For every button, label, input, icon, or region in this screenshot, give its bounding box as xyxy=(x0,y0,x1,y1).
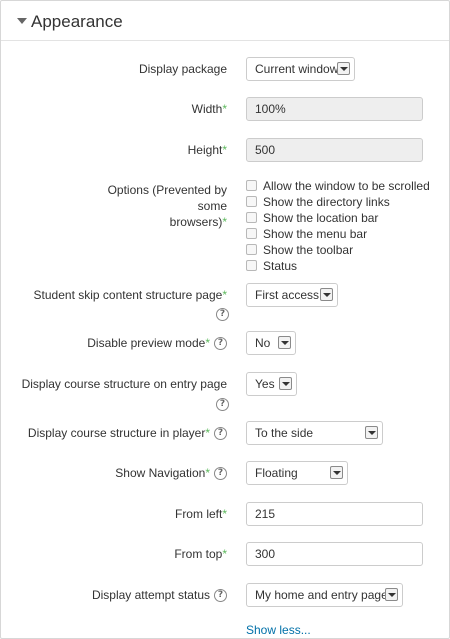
checkbox[interactable] xyxy=(246,180,257,191)
required-asterisk: * xyxy=(222,102,227,116)
required-asterisk: * xyxy=(222,288,227,302)
section-title: Appearance xyxy=(31,12,123,31)
required-asterisk: * xyxy=(205,336,210,350)
required-asterisk: * xyxy=(222,215,227,229)
course-structure-entry-label: Display course structure on entry page xyxy=(21,377,227,391)
show-less-link[interactable]: Show less... xyxy=(246,623,311,637)
course-structure-player-label: Display course structure in player*? xyxy=(28,425,227,441)
section-header[interactable]: Appearance xyxy=(1,1,449,41)
disable-preview-select[interactable]: No xyxy=(246,331,296,355)
skip-content-label: Student skip content structure page* xyxy=(33,288,227,302)
attempt-status-select[interactable]: My home and entry page xyxy=(246,583,403,607)
help-icon[interactable]: ? xyxy=(214,337,227,351)
attempt-status-label: Display attempt status? xyxy=(92,587,227,603)
show-navigation-select[interactable]: Floating xyxy=(246,461,348,485)
chevron-down-icon xyxy=(330,466,343,479)
required-asterisk: * xyxy=(222,143,227,157)
checkbox[interactable] xyxy=(246,196,257,207)
from-top-input[interactable]: 300 xyxy=(246,542,423,566)
from-left-label: From left* xyxy=(174,507,227,521)
option-menubar-checkbox[interactable]: Show the menu bar xyxy=(246,226,367,242)
display-package-label: Display package xyxy=(138,62,227,76)
required-asterisk: * xyxy=(222,547,227,561)
from-top-label: From top* xyxy=(174,547,227,561)
from-left-input[interactable]: 215 xyxy=(246,502,423,526)
checkbox[interactable] xyxy=(246,212,257,223)
width-input[interactable]: 100% xyxy=(246,97,423,121)
option-directory-checkbox[interactable]: Show the directory links xyxy=(246,194,390,210)
height-input[interactable]: 500 xyxy=(246,138,423,162)
options-label: Options (Prevented by some browsers)* xyxy=(107,183,227,229)
chevron-down-icon xyxy=(320,288,333,301)
caret-down-icon[interactable] xyxy=(17,18,27,24)
appearance-panel: Appearance Display package Current windo… xyxy=(0,0,450,639)
checkbox[interactable] xyxy=(246,244,257,255)
option-scroll-checkbox[interactable]: Allow the window to be scrolled xyxy=(246,178,430,194)
required-asterisk: * xyxy=(205,426,210,440)
display-package-select[interactable]: Current window xyxy=(246,57,355,81)
chevron-down-icon xyxy=(278,336,291,349)
option-toolbar-checkbox[interactable]: Show the toolbar xyxy=(246,242,353,258)
help-icon[interactable]: ? xyxy=(216,308,229,321)
chevron-down-icon xyxy=(385,588,398,601)
checkbox[interactable] xyxy=(246,228,257,239)
required-asterisk: * xyxy=(222,507,227,521)
show-navigation-label: Show Navigation*? xyxy=(115,465,227,481)
course-structure-entry-select[interactable]: Yes xyxy=(246,372,297,396)
disable-preview-label: Disable preview mode*? xyxy=(87,335,227,351)
help-icon[interactable]: ? xyxy=(214,467,227,481)
course-structure-player-select[interactable]: To the side xyxy=(246,421,383,445)
help-icon[interactable]: ? xyxy=(216,398,229,411)
option-location-checkbox[interactable]: Show the location bar xyxy=(246,210,378,226)
chevron-down-icon xyxy=(365,426,378,439)
help-icon[interactable]: ? xyxy=(214,427,227,441)
help-icon[interactable]: ? xyxy=(214,589,227,603)
option-status-checkbox[interactable]: Status xyxy=(246,258,297,274)
chevron-down-icon xyxy=(279,377,292,390)
height-label: Height* xyxy=(187,143,227,157)
checkbox[interactable] xyxy=(246,260,257,271)
width-label: Width* xyxy=(191,102,227,116)
required-asterisk: * xyxy=(205,466,210,480)
chevron-down-icon xyxy=(337,62,350,75)
skip-content-select[interactable]: First access xyxy=(246,283,338,307)
